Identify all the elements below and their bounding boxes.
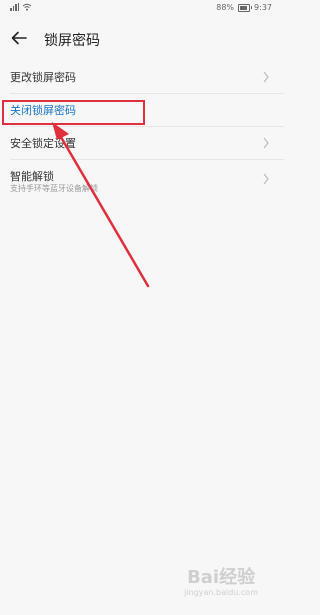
watermark: Bai经验 jingyan.baidu.com (184, 569, 258, 597)
item-label: 智能解锁 (10, 170, 54, 183)
header: 锁屏密码 (0, 26, 284, 52)
status-left (10, 3, 32, 11)
smart-unlock-item[interactable]: 智能解锁 支持手环等蓝牙设备解锁 (0, 160, 284, 200)
change-lock-password-item[interactable]: 更改锁屏密码 (0, 61, 284, 94)
page-title: 锁屏密码 (44, 33, 100, 49)
back-arrow-icon[interactable] (10, 29, 28, 47)
battery-icon (238, 3, 253, 12)
item-label: 更改锁屏密码 (10, 71, 76, 84)
watermark-sub: jingyan.baidu.com (184, 588, 258, 597)
annotation-highlight-box (2, 100, 145, 125)
chevron-right-icon (263, 173, 269, 185)
chevron-right-icon (263, 71, 269, 83)
battery-percent: 88% (216, 3, 235, 12)
signal-icon (10, 3, 20, 11)
settings-list: 更改锁屏密码 关闭锁屏密码 安全锁定设置 智能解锁 支持手环等蓝牙设备解锁 (0, 61, 284, 200)
status-time: 9:37 (254, 3, 272, 12)
status-bar: 88% 9:37 (0, 0, 284, 16)
status-right: 88% 9:37 (216, 3, 272, 12)
item-label: 安全锁定设置 (10, 137, 76, 150)
security-lock-settings-item[interactable]: 安全锁定设置 (0, 127, 284, 160)
watermark-text: Bai经验 (187, 567, 256, 588)
chevron-right-icon (263, 137, 269, 149)
item-sublabel: 支持手环等蓝牙设备解锁 (10, 184, 98, 193)
wifi-icon (23, 3, 32, 11)
